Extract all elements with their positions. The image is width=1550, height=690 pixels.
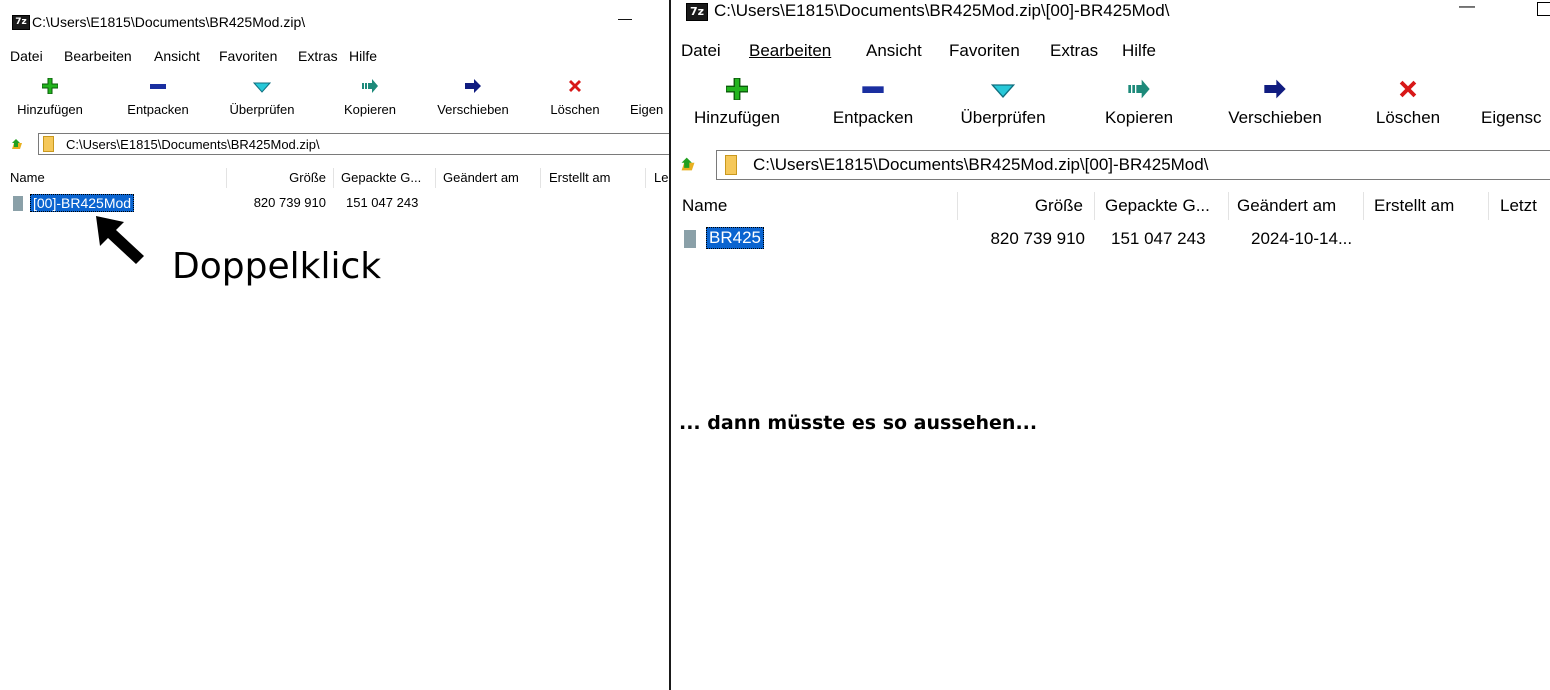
up-folder-icon[interactable] <box>679 155 697 173</box>
title-bar[interactable]: 7z C:\Users\E1815\Documents\BR425Mod.zip… <box>0 0 669 42</box>
column-modified[interactable]: Geändert am <box>443 170 519 185</box>
add-plus-icon <box>726 78 748 100</box>
add-button[interactable]: Hinzufügen <box>685 78 789 128</box>
column-last[interactable]: Le <box>654 170 668 185</box>
delete-button[interactable]: Löschen <box>1363 78 1453 128</box>
table-row[interactable]: BR425 820 739 910 151 047 243 2024-10-14… <box>671 226 1550 254</box>
copy-arrow-icon <box>362 79 378 93</box>
window-title: C:\Users\E1815\Documents\BR425Mod.zip\ <box>32 14 306 30</box>
row-packed-size: 151 047 243 <box>1111 229 1206 248</box>
menu-bearbeiten[interactable]: Bearbeiten <box>749 41 831 61</box>
menu-bearbeiten[interactable]: Bearbeiten <box>64 48 132 64</box>
archive-window-right: 7z C:\Users\E1815\Documents\BR425Mod.zip… <box>671 0 1550 690</box>
list-header: Name Größe Gepackte G... Geändert am Ers… <box>0 168 669 190</box>
minimize-button[interactable]: — <box>618 10 632 26</box>
address-input[interactable]: C:\Users\E1815\Documents\BR425Mod.zip\[0… <box>716 150 1550 180</box>
menu-extras[interactable]: Extras <box>1050 41 1098 61</box>
column-created[interactable]: Erstellt am <box>549 170 610 185</box>
menu-favoriten[interactable]: Favoriten <box>949 41 1020 61</box>
delete-x-icon <box>569 80 581 92</box>
menu-hilfe[interactable]: Hilfe <box>1122 41 1156 61</box>
menu-datei[interactable]: Datei <box>10 48 43 64</box>
add-plus-icon <box>42 78 58 94</box>
minimize-button[interactable]: — <box>1459 0 1475 16</box>
properties-button[interactable]: Eigen <box>630 78 669 117</box>
toolbar: Hinzufügen Entpacken Überprüfen Kopieren… <box>671 78 1550 140</box>
row-modified: 2024-10-14... <box>1251 229 1353 248</box>
title-bar[interactable]: 7z C:\Users\E1815\Documents\BR425Mod.zip… <box>671 0 1550 38</box>
move-button[interactable]: Verschieben <box>427 78 519 117</box>
7zip-app-icon: 7z <box>12 15 30 30</box>
test-button[interactable]: Überprüfen <box>951 78 1055 128</box>
address-input[interactable]: C:\Users\E1815\Documents\BR425Mod.zip\ <box>38 133 669 155</box>
column-modified[interactable]: Geändert am <box>1237 196 1336 216</box>
menu-extras[interactable]: Extras <box>298 48 338 64</box>
menu-datei[interactable]: Datei <box>681 41 721 61</box>
column-created[interactable]: Erstellt am <box>1374 196 1454 216</box>
delete-button[interactable]: Löschen <box>540 78 610 117</box>
column-packed-size[interactable]: Gepackte G... <box>1105 196 1210 216</box>
extract-button[interactable]: Entpacken <box>823 78 923 128</box>
column-last[interactable]: Letzt <box>1500 196 1537 216</box>
copy-button[interactable]: Kopieren <box>1089 78 1189 128</box>
menu-favoriten[interactable]: Favoriten <box>219 48 277 64</box>
address-bar: C:\Users\E1815\Documents\BR425Mod.zip\ <box>0 133 669 155</box>
copy-button[interactable]: Kopieren <box>330 78 410 117</box>
row-packed-size: 151 047 243 <box>346 195 419 210</box>
test-button[interactable]: Überprüfen <box>222 78 302 117</box>
menu-ansicht[interactable]: Ansicht <box>154 48 200 64</box>
toolbar: Hinzufügen Entpacken Überprüfen Kopieren… <box>0 78 669 128</box>
extract-button[interactable]: Entpacken <box>118 78 198 117</box>
window-title: C:\Users\E1815\Documents\BR425Mod.zip\[0… <box>714 1 1170 20</box>
maximize-button[interactable] <box>1537 2 1550 16</box>
result-annotation: ... dann müsste es so aussehen... <box>679 412 1038 434</box>
pointer-arrow-icon <box>96 216 144 264</box>
column-size[interactable]: Größe <box>957 196 1083 216</box>
delete-x-icon <box>1399 80 1417 98</box>
row-name[interactable]: BR425 <box>706 227 764 249</box>
extract-minus-icon <box>150 84 166 89</box>
archive-window-left: 7z C:\Users\E1815\Documents\BR425Mod.zip… <box>0 0 671 690</box>
test-check-icon <box>991 84 1015 99</box>
column-size[interactable]: Größe <box>226 170 326 185</box>
row-size: 820 739 910 <box>990 229 1085 248</box>
extract-minus-icon <box>862 86 884 93</box>
add-button[interactable]: Hinzufügen <box>10 78 90 117</box>
menu-bar: Datei Bearbeiten Ansicht Favoriten Extra… <box>0 48 669 68</box>
menu-bar: Datei Bearbeiten Ansicht Favoriten Extra… <box>671 41 1550 65</box>
column-name[interactable]: Name <box>10 170 45 185</box>
column-packed-size[interactable]: Gepackte G... <box>341 170 421 185</box>
up-folder-icon[interactable] <box>10 137 24 151</box>
menu-ansicht[interactable]: Ansicht <box>866 41 922 61</box>
properties-button[interactable]: Eigensc <box>1481 78 1550 128</box>
move-arrow-icon <box>1264 79 1286 99</box>
folder-icon <box>725 155 737 175</box>
double-click-annotation: Doppelklick <box>172 246 382 287</box>
row-size: 820 739 910 <box>253 195 326 210</box>
7zip-app-icon: 7z <box>686 3 708 21</box>
column-name[interactable]: Name <box>682 196 727 216</box>
move-button[interactable]: Verschieben <box>1215 78 1335 128</box>
address-bar: C:\Users\E1815\Documents\BR425Mod.zip\[0… <box>671 150 1550 180</box>
menu-hilfe[interactable]: Hilfe <box>349 48 377 64</box>
list-header: Name Größe Gepackte G... Geändert am Ers… <box>671 192 1550 220</box>
move-arrow-icon <box>465 79 481 93</box>
copy-arrow-icon <box>1128 79 1150 99</box>
test-check-icon <box>253 82 271 93</box>
folder-icon <box>13 196 23 211</box>
folder-icon <box>684 230 696 248</box>
zip-folder-icon <box>43 136 54 152</box>
